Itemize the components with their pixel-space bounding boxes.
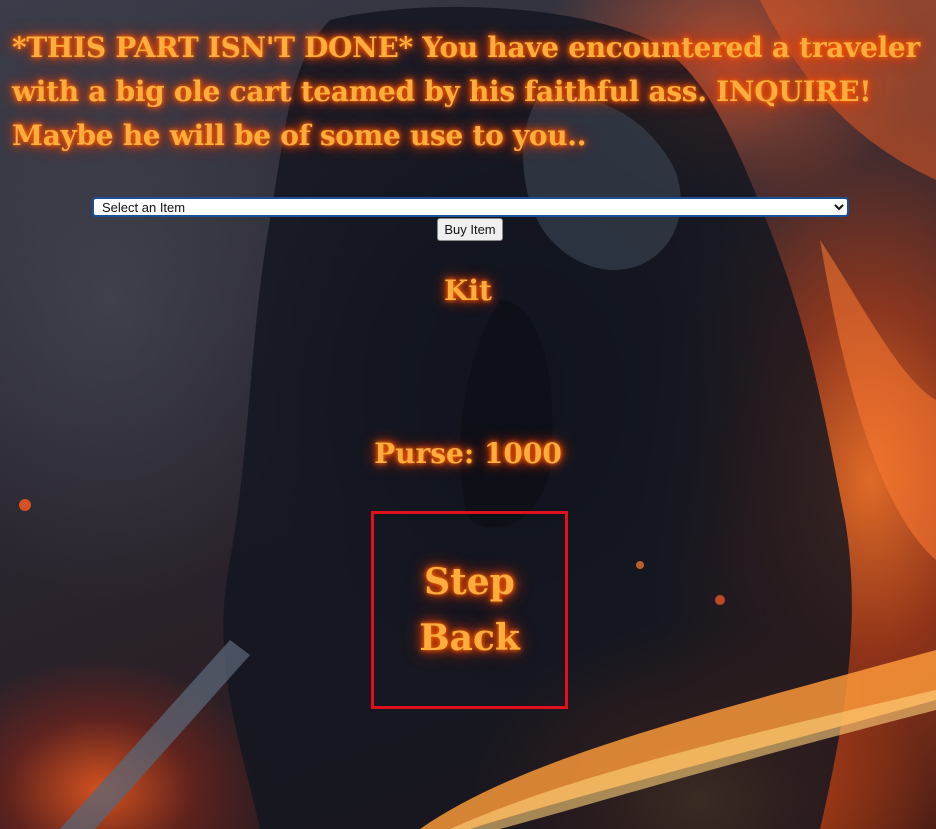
kit-heading: Kit	[444, 274, 492, 307]
item-select-dropdown[interactable]: Select an Item	[92, 197, 849, 217]
purse-amount: Purse: 1000	[374, 437, 562, 470]
step-back-button[interactable]: Step Back	[371, 511, 568, 709]
encounter-notice: *THIS PART ISN'T DONE* You have encounte…	[12, 31, 920, 152]
step-back-label: Step Back	[419, 561, 520, 659]
buy-item-button[interactable]: Buy Item	[437, 218, 503, 241]
